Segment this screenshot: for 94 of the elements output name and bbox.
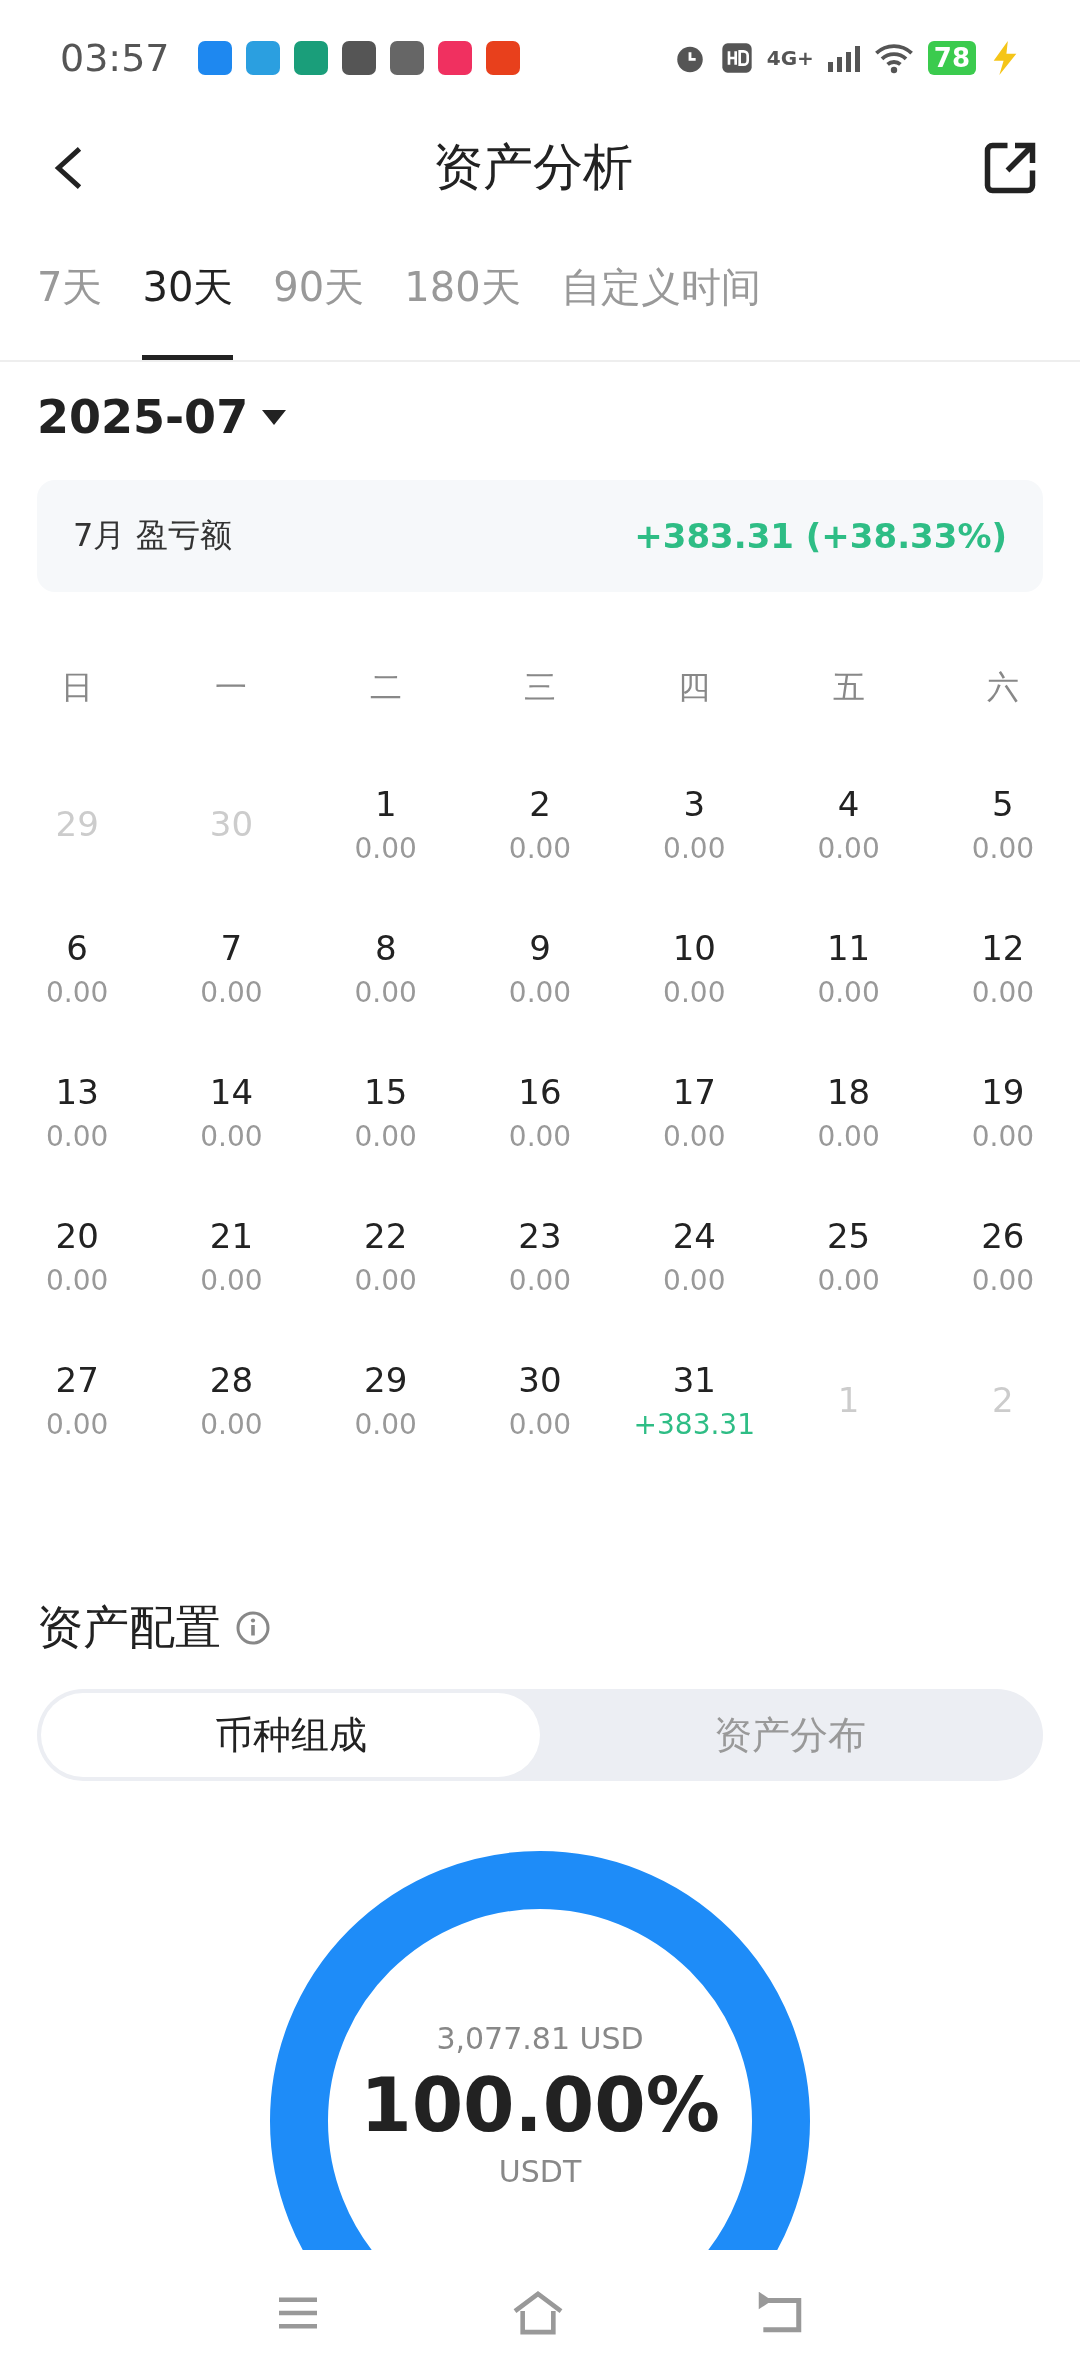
weekday-label: 四 [678,667,711,708]
donut-asset: USDT [498,2154,582,2189]
day-number[interactable]: 27 [55,1359,99,1400]
weekday-label: 三 [524,667,556,708]
day-number[interactable]: 8 [374,927,397,968]
day-number[interactable]: 12 [981,927,1025,968]
day-profit: 0.00 [971,1263,1034,1297]
day-number[interactable]: 24 [672,1215,716,1256]
day-profit: 0.00 [45,975,109,1009]
period-tab[interactable]: 30天 [142,220,234,360]
day-number[interactable]: 13 [55,1071,99,1112]
summary-value: +383.31 (+38.33%) [634,516,1007,556]
weekday-label: 二 [369,667,402,708]
app-notification-icon [485,40,520,75]
weekday-label: 六 [986,667,1019,708]
day-profit: 0.00 [200,975,263,1009]
app-notification-icon [293,40,328,75]
day-profit: 0.00 [508,831,572,865]
day-profit: 0.00 [971,975,1034,1009]
section-title: 资产配置 [37,1599,221,1656]
day-profit: 0.00 [663,975,726,1009]
day-profit: 0.00 [817,1263,880,1297]
day-number[interactable]: 11 [826,927,871,968]
day-profit: 0.00 [663,1263,726,1297]
day-profit: 0.00 [354,1119,417,1153]
day-profit: 0.00 [508,1263,572,1297]
day-number[interactable]: 17 [672,1071,716,1112]
day-profit: 0.00 [354,1407,417,1441]
weekday-label: 日 [61,667,94,708]
day-number[interactable]: 16 [518,1071,562,1112]
day-number[interactable]: 15 [364,1071,408,1112]
day-number[interactable]: 10 [672,927,716,968]
app-notification-icon [197,40,232,75]
day-number[interactable]: 4 [837,783,860,824]
wifi-icon [873,41,914,74]
day-profit: 0.00 [971,1119,1034,1153]
month-selector[interactable]: 2025-07 [37,390,287,444]
day-number[interactable]: 2 [529,783,551,824]
day-number[interactable]: 18 [826,1071,871,1112]
day-profit: 0.00 [663,831,726,865]
day-number[interactable]: 28 [209,1359,254,1400]
day-profit: 0.00 [817,831,880,865]
day-number[interactable]: 9 [529,927,551,968]
day-number[interactable]: 25 [826,1215,871,1256]
day-profit: 0.00 [354,831,417,865]
day-number[interactable]: 26 [981,1215,1025,1256]
donut-percent: 100.00% [360,2062,720,2148]
app-notification-icon [389,40,424,75]
day-profit: 0.00 [200,1119,263,1153]
day-number[interactable]: 31 [672,1359,716,1400]
weekday-label: 一 [215,667,248,708]
day-profit: 0.00 [354,975,417,1009]
dropdown-caret-icon [262,408,287,426]
day-number[interactable]: 7 [220,927,243,968]
day-profit: 0.00 [200,1263,263,1297]
app-notification-icon [341,40,376,75]
day-profit: 0.00 [663,1119,726,1153]
day-profit: 0.00 [200,1407,263,1441]
weekday-label: 五 [832,667,865,708]
day-number[interactable]: 3 [683,783,706,824]
day-profit: 0.00 [45,1119,109,1153]
day-profit: 0.00 [45,1263,109,1297]
day-profit: 0.00 [508,975,572,1009]
day-profit: 0.00 [354,1263,417,1297]
day-profit: 0.00 [45,1407,109,1441]
day-profit: 0.00 [508,1407,572,1441]
status-time: 03:57 [60,35,170,80]
page-title: 资产分析 [433,137,633,198]
summary-label: 7月 盈亏额 [73,515,232,556]
battery-level: 78 [927,40,976,75]
day-number[interactable]: 30 [518,1359,562,1400]
hd-icon [720,41,753,74]
day-number[interactable]: 14 [209,1071,254,1112]
day-number[interactable]: 22 [364,1215,408,1256]
donut-amount: 3,077.81 USD [436,2021,644,2056]
signal-icon [827,43,860,72]
day-number[interactable]: 20 [55,1215,99,1256]
day-profit: 0.00 [971,831,1034,865]
day-number[interactable]: 6 [66,927,88,968]
app-notification-icon [437,40,472,75]
day-number[interactable]: 5 [992,783,1014,824]
day-number[interactable]: 1 [374,783,397,824]
day-number[interactable]: 19 [981,1071,1025,1112]
day-profit: 0.00 [817,1119,880,1153]
segment-tab[interactable]: 币种组成 [41,1693,540,1777]
day-profit: 0.00 [508,1119,572,1153]
day-profit: +383.31 [633,1407,755,1441]
info-icon[interactable] [235,1610,271,1646]
day-number[interactable]: 21 [209,1215,254,1256]
day-profit: 0.00 [817,975,880,1009]
day-number[interactable]: 23 [518,1215,562,1256]
day-number[interactable]: 29 [364,1359,408,1400]
app-notification-icon [245,40,280,75]
network-type: 4G+ [766,45,814,70]
